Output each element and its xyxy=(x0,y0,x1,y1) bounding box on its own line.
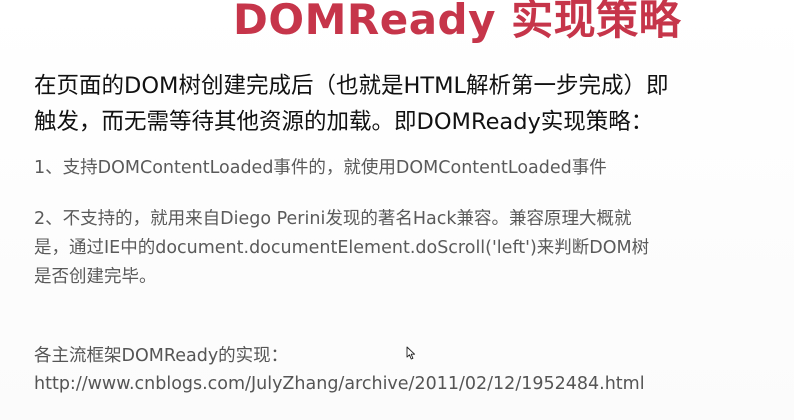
slide-title: DOMReady 实现策略 xyxy=(233,0,682,44)
intro-paragraph: 在页面的DOM树创建完成后（也就是HTML解析第一步完成）即 触发，而无需等待其… xyxy=(34,68,784,140)
list-item-2-line-2: 是，通过IE中的document.documentElement.doScrol… xyxy=(34,238,650,258)
footer-reference: 各主流框架DOMReady的实现： http://www.cnblogs.com… xyxy=(34,342,774,398)
footer-url[interactable]: http://www.cnblogs.com/JulyZhang/archive… xyxy=(34,370,774,398)
list-item-2-line-1: 2、不支持的，就用来自Diego Perini发现的著名Hack兼容。兼容原理大… xyxy=(34,209,632,229)
list-item-2-line-3: 是否创建完毕。 xyxy=(34,267,157,287)
mouse-cursor-icon xyxy=(406,346,416,360)
footer-label: 各主流框架DOMReady的实现： xyxy=(34,346,289,366)
presentation-slide: DOMReady 实现策略 在页面的DOM树创建完成后（也就是HTML解析第一步… xyxy=(0,0,794,420)
intro-line-2: 触发，而无需等待其他资源的加载。即DOMReady实现策略： xyxy=(34,109,654,135)
intro-line-1: 在页面的DOM树创建完成后（也就是HTML解析第一步完成）即 xyxy=(34,73,669,99)
list-item-2: 2、不支持的，就用来自Diego Perini发现的著名Hack兼容。兼容原理大… xyxy=(34,205,774,292)
list-item-1: 1、支持DOMContentLoaded事件的，就使用DOMContentLoa… xyxy=(34,158,607,178)
